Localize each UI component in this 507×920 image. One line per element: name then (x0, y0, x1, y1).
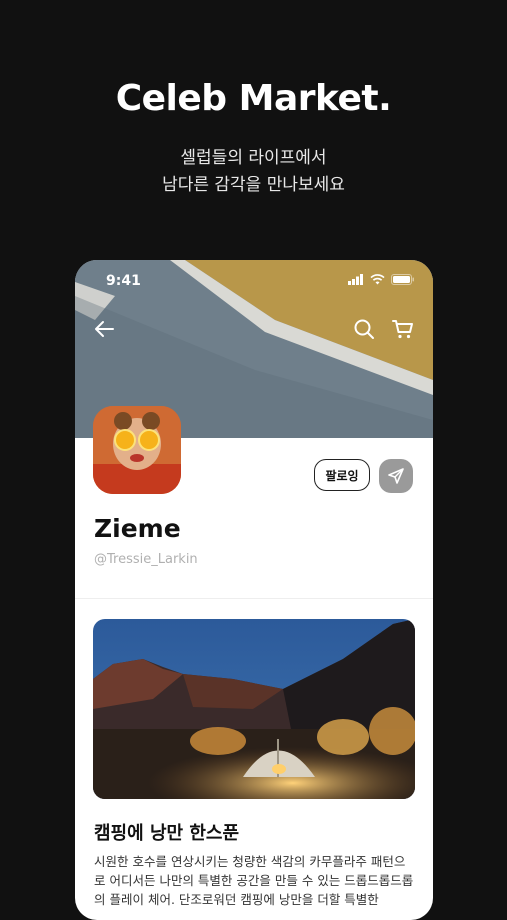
follow-button[interactable]: 팔로잉 (314, 459, 370, 491)
avatar[interactable] (93, 406, 181, 494)
top-navigation (75, 312, 433, 346)
phone-screen: 9:41 팔로잉 Zieme @Tressie_Larkin 캠핑에 낭만 한스… (75, 260, 433, 920)
search-icon (354, 319, 374, 339)
camping-photo (93, 619, 415, 799)
profile-handle[interactable]: @Tressie_Larkin (94, 552, 198, 567)
hero-subtitle-line-1: 셀럽들의 라이프에서 (180, 148, 327, 168)
post-body: 시원한 호수를 연상시키는 청량한 색감의 카무플라주 패턴으로 어디서든 나만… (94, 854, 414, 907)
post-image[interactable] (93, 619, 415, 799)
wifi-icon (370, 274, 385, 285)
search-button[interactable] (347, 312, 381, 346)
hero-title: Celeb Market. (115, 78, 392, 119)
share-button[interactable] (379, 459, 413, 493)
status-time: 9:41 (106, 273, 141, 289)
arrow-left-icon (95, 321, 114, 337)
signal-icon (348, 274, 363, 285)
battery-icon (391, 274, 414, 285)
status-bar: 9:41 (75, 260, 433, 304)
hero-subtitle: 셀럽들의 라이프에서 남다른 감각을 만나보세요 (0, 145, 507, 199)
back-button[interactable] (87, 312, 121, 346)
avatar-photo (93, 406, 181, 494)
hero-subtitle-line-2: 남다른 감각을 만나보세요 (162, 175, 345, 195)
cart-button[interactable] (386, 312, 420, 346)
paper-plane-icon (388, 468, 404, 484)
profile-name: Zieme (94, 514, 181, 543)
post-title: 캠핑에 낭만 한스푼 (94, 823, 240, 844)
divider (75, 598, 433, 599)
cart-icon (392, 320, 413, 339)
